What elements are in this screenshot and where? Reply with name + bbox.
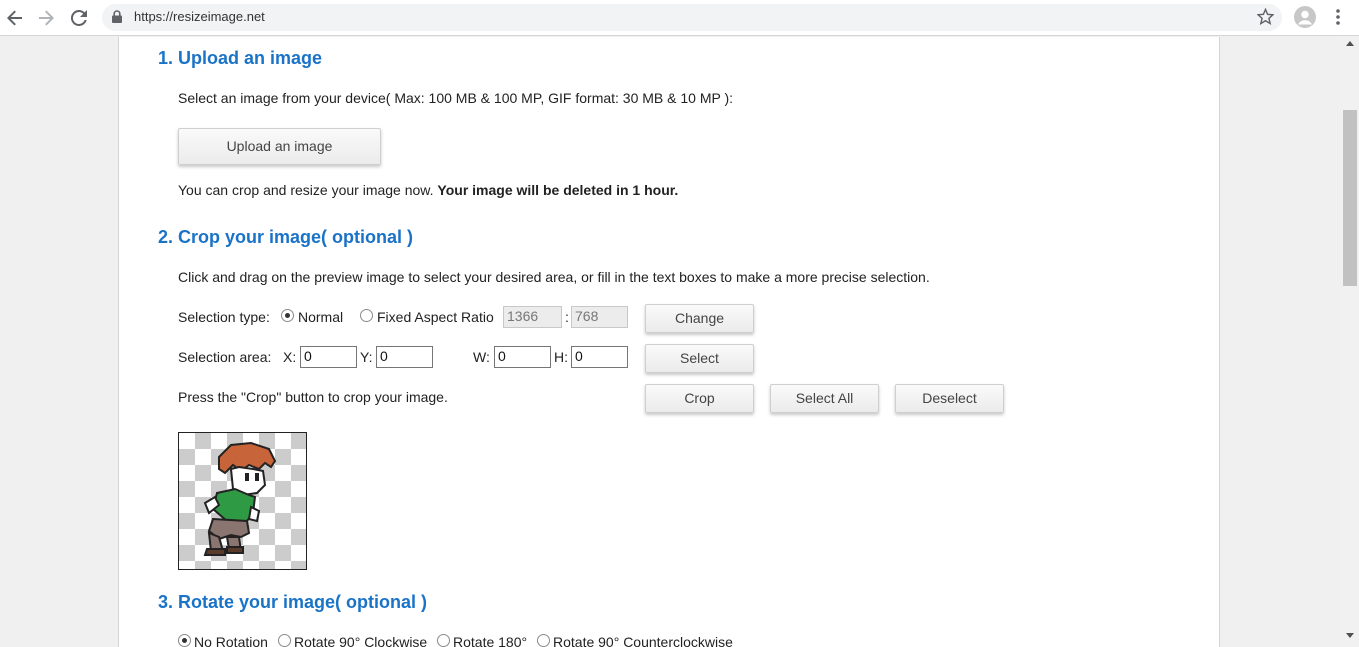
radio-rotate-90-cw[interactable] xyxy=(278,634,291,647)
selection-type-label: Selection type: xyxy=(178,309,270,325)
w-label: W: xyxy=(473,349,490,365)
radio-no-rotation[interactable] xyxy=(178,634,191,647)
select-all-button[interactable]: Select All xyxy=(770,384,879,413)
x-field[interactable]: 0 xyxy=(300,346,357,368)
h-label: H: xyxy=(554,349,568,365)
x-label: X: xyxy=(283,349,297,365)
radio-normal[interactable] xyxy=(281,309,294,322)
radio-rotate-90-cw-label[interactable]: Rotate 90° Clockwise xyxy=(294,634,427,647)
upload-note: You can crop and resize your image now. … xyxy=(178,182,678,198)
main-content: 1. Upload an image Select an image from … xyxy=(118,37,1220,647)
profile-avatar-icon[interactable] xyxy=(1294,6,1316,33)
character-sprite xyxy=(203,441,277,556)
ratio-height-field[interactable]: 768 xyxy=(571,306,628,328)
ratio-separator: : xyxy=(565,309,569,325)
scroll-down-arrow-icon[interactable] xyxy=(1346,633,1354,638)
change-button[interactable]: Change xyxy=(645,304,754,333)
h-field[interactable]: 0 xyxy=(571,346,628,368)
page-viewport: 1. Upload an image Select an image from … xyxy=(0,37,1341,647)
kebab-menu-icon[interactable] xyxy=(1328,6,1348,33)
crop-description: Click and drag on the preview image to s… xyxy=(178,269,930,285)
upload-image-button[interactable]: Upload an image xyxy=(178,128,381,165)
w-field[interactable]: 0 xyxy=(494,346,551,368)
radio-rotate-180-label[interactable]: Rotate 180° xyxy=(453,634,527,647)
scroll-thumb[interactable] xyxy=(1343,110,1357,286)
lock-icon xyxy=(112,10,122,28)
y-label: Y: xyxy=(360,349,373,365)
crop-hint: Press the "Crop" button to crop your ima… xyxy=(178,389,448,405)
upload-description: Select an image from your device( Max: 1… xyxy=(178,90,734,106)
bookmark-star-icon[interactable] xyxy=(1256,7,1275,30)
radio-rotate-90-ccw[interactable] xyxy=(537,634,550,647)
browser-toolbar: https://resizeimage.net xyxy=(0,0,1359,36)
upload-note-plain: You can crop and resize your image now. xyxy=(178,182,438,198)
address-bar[interactable]: https://resizeimage.net xyxy=(102,4,1282,31)
radio-normal-label[interactable]: Normal xyxy=(298,309,343,325)
scroll-up-arrow-icon[interactable] xyxy=(1346,41,1354,46)
url-text: https://resizeimage.net xyxy=(134,9,265,24)
deselect-button[interactable]: Deselect xyxy=(895,384,1004,413)
select-button[interactable]: Select xyxy=(645,344,754,373)
forward-icon[interactable] xyxy=(34,6,58,30)
section-rotate-title: 3. Rotate your image( optional ) xyxy=(158,592,428,612)
radio-rotate-90-ccw-label[interactable]: Rotate 90° Counterclockwise xyxy=(553,634,733,647)
radio-fixed-aspect-ratio-label[interactable]: Fixed Aspect Ratio xyxy=(377,309,494,325)
section-crop-title: 2. Crop your image( optional ) xyxy=(158,227,414,247)
page-scrollbar[interactable] xyxy=(1341,37,1359,647)
y-field[interactable]: 0 xyxy=(376,346,433,368)
crop-button[interactable]: Crop xyxy=(645,384,754,413)
radio-no-rotation-label[interactable]: No Rotation xyxy=(194,634,268,647)
crop-preview-image[interactable] xyxy=(178,432,307,570)
back-icon[interactable] xyxy=(3,6,27,30)
section-upload-title: 1. Upload an image xyxy=(158,48,323,68)
reload-icon[interactable] xyxy=(67,6,91,30)
ratio-width-field[interactable]: 1366 xyxy=(503,306,562,328)
selection-area-label: Selection area: xyxy=(178,349,272,365)
upload-note-bold: Your image will be deleted in 1 hour. xyxy=(437,182,679,198)
radio-fixed-aspect-ratio[interactable] xyxy=(360,309,373,322)
radio-rotate-180[interactable] xyxy=(437,634,450,647)
